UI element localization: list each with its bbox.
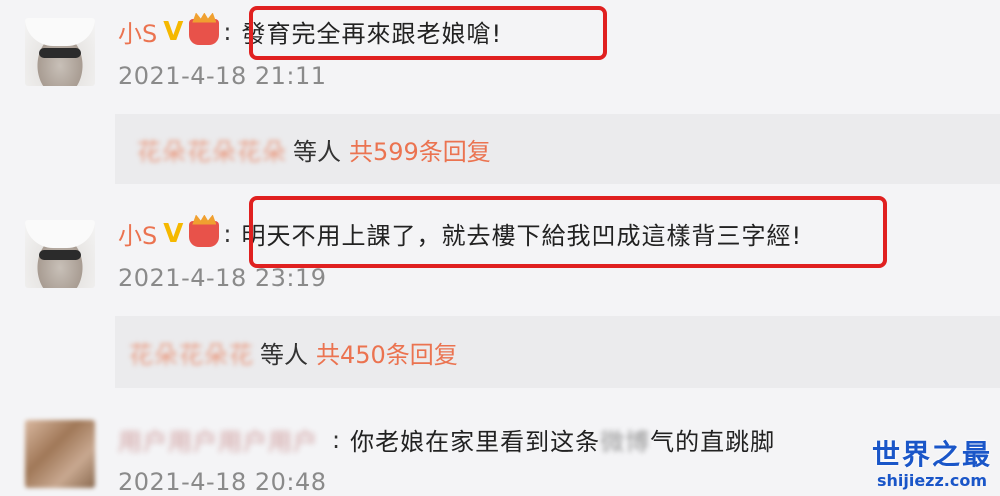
- reply-summary-bar[interactable]: 花朵花朵花朵 等人 共599条回复: [115, 114, 1000, 184]
- reply-user-names: 花朵花朵花: [129, 340, 254, 369]
- highlight-box: [249, 6, 607, 60]
- reply-suffix: 等人: [260, 340, 308, 369]
- reply-summary-bar[interactable]: 花朵花朵花 等人 共450条回复: [115, 316, 1000, 388]
- site-watermark: 世界之最 shijiezz.com: [872, 433, 992, 490]
- watermark-url: shijiezz.com: [876, 471, 988, 490]
- reply-user-names: 花朵花朵花朵: [137, 137, 287, 166]
- avatar-glasses: [39, 250, 81, 260]
- reply-suffix: 等人: [293, 137, 341, 166]
- verified-badge-icon: V: [163, 218, 184, 249]
- watermark-title: 世界之最: [871, 438, 992, 471]
- comment-text-blurred: 微博: [600, 428, 651, 456]
- comment-text-part: 气的直跳脚: [650, 428, 776, 456]
- avatar[interactable]: [25, 220, 95, 288]
- comment-header: 用户用户用户用户 : 你老娘在家里看到这条微博气的直跳脚: [118, 422, 775, 457]
- member-crown-icon: [189, 220, 220, 247]
- username-link[interactable]: 用户用户用户用户: [118, 422, 318, 457]
- avatar-hat: [25, 18, 95, 46]
- colon-separator: :: [332, 425, 341, 454]
- reply-count-link[interactable]: 共599条回复: [349, 132, 491, 167]
- colon-separator: :: [223, 17, 232, 46]
- username-link[interactable]: 小S: [118, 14, 157, 49]
- username-link[interactable]: 小S: [118, 216, 157, 251]
- member-crown-icon: [189, 18, 220, 45]
- colon-separator: :: [223, 219, 232, 248]
- highlight-box: [249, 196, 887, 268]
- timestamp: 2021-4-18 23:19: [118, 264, 327, 292]
- avatar[interactable]: [25, 420, 95, 488]
- timestamp: 2021-4-18 20:48: [118, 468, 327, 496]
- verified-badge-icon: V: [163, 16, 184, 47]
- avatar-glasses: [39, 48, 81, 58]
- avatar-hat: [25, 220, 95, 248]
- reply-count-link[interactable]: 共450条回复: [316, 335, 458, 370]
- timestamp: 2021-4-18 21:11: [118, 62, 327, 90]
- comment-text: 你老娘在家里看到这条微博气的直跳脚: [350, 422, 775, 457]
- avatar[interactable]: [25, 18, 95, 86]
- comment-text-part: 你老娘在家里看到这条: [350, 428, 601, 456]
